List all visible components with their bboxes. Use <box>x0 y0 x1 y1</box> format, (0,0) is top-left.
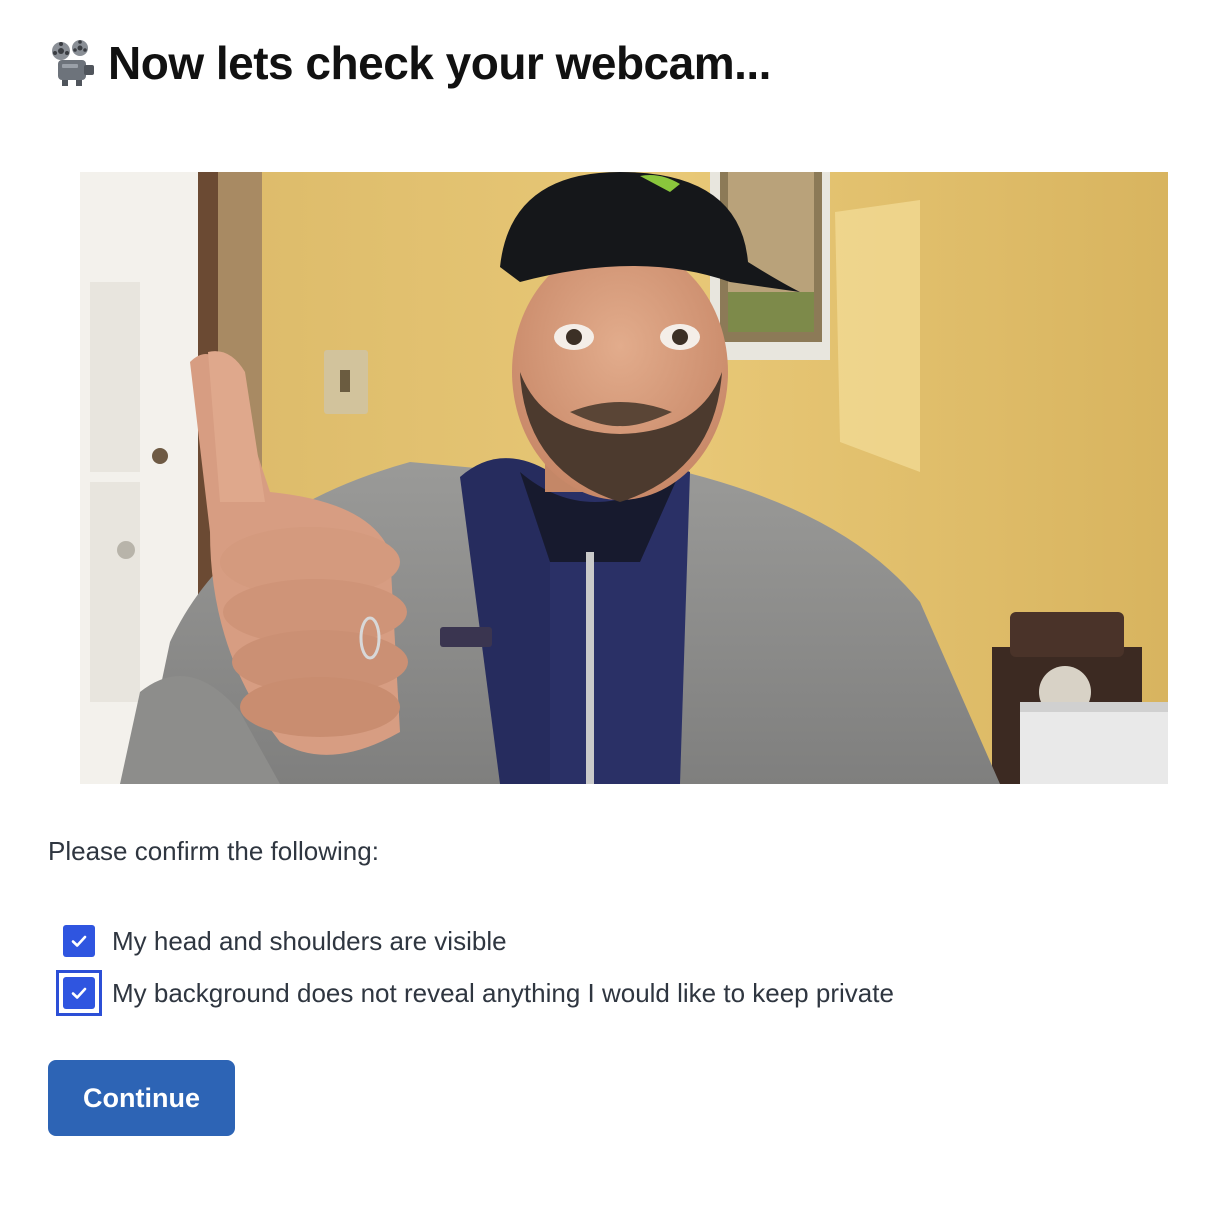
checkbox-wrap <box>56 918 102 964</box>
film-projector-icon <box>48 38 98 88</box>
page-title: Now lets check your webcam... <box>48 28 771 98</box>
head-shoulders-checkbox[interactable] <box>63 925 95 957</box>
continue-button[interactable]: Continue <box>48 1060 235 1136</box>
checkbox-focus-ring <box>56 970 102 1016</box>
confirm-item-background-private[interactable]: My background does not reveal anything I… <box>56 970 894 1016</box>
background-private-checkbox[interactable] <box>63 977 95 1009</box>
checkmark-icon <box>71 987 87 999</box>
checkmark-icon <box>71 935 87 947</box>
webcam-preview <box>80 172 1168 784</box>
confirm-item-head-shoulders[interactable]: My head and shoulders are visible <box>56 919 507 963</box>
confirm-prompt: Please confirm the following: <box>48 836 379 866</box>
checkbox-label: My background does not reveal anything I… <box>112 977 894 1008</box>
page-title-text: Now lets check your webcam... <box>108 37 771 89</box>
checkbox-label: My head and shoulders are visible <box>112 925 507 956</box>
